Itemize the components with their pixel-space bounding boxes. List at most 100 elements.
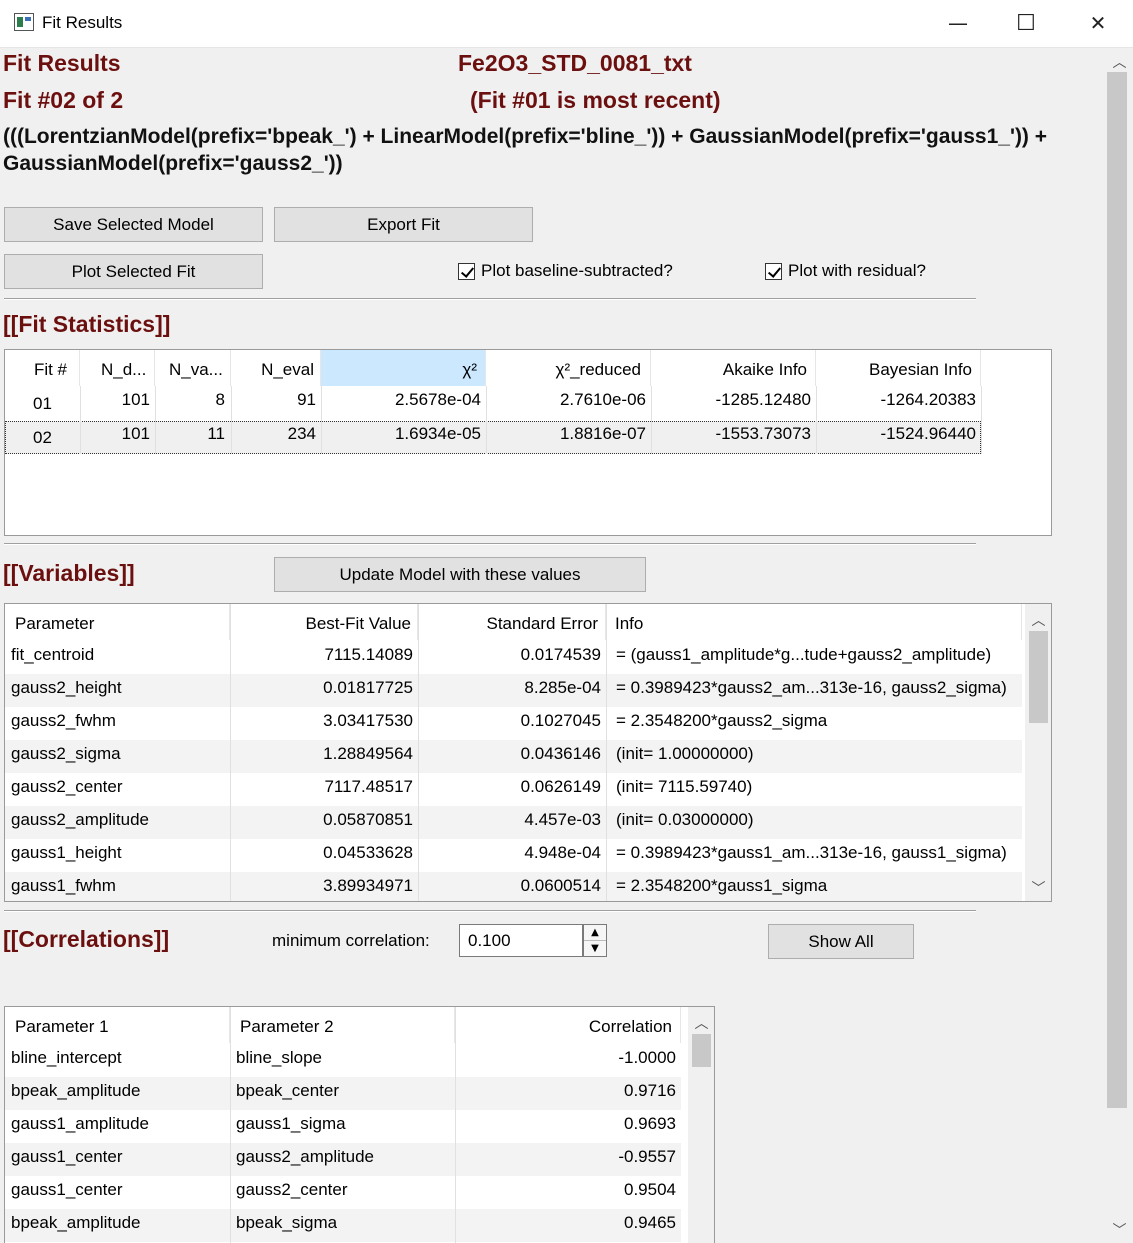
stats-cell: 101 [121, 424, 150, 443]
correlations-cell: 0.9693 [624, 1114, 676, 1133]
variables-cell: = 2.3548200*gauss2_sigma [616, 711, 828, 730]
scroll-up-icon[interactable]: ︿ [1025, 610, 1051, 630]
variables-cell: 0.05870851 [323, 810, 413, 829]
variables-scrollbar[interactable]: ︿ ﹀ [1025, 604, 1051, 901]
stats-header-aic[interactable]: Akaike Info [651, 350, 816, 386]
stats-header-ndata[interactable]: N_d... [80, 350, 155, 386]
close-button[interactable]: ✕ [1063, 0, 1133, 46]
stats-header-neval[interactable]: N_eval [231, 350, 321, 386]
variables-cell: 4.948e-04 [524, 843, 601, 862]
stats-cell: 2.7610e-06 [559, 390, 646, 409]
minimum-correlation-input[interactable] [459, 924, 583, 957]
stats-cell: 1.6934e-05 [394, 424, 481, 443]
data-filename: Fe2O3_STD_0081_txt [458, 50, 692, 76]
correlations-title: [[Correlations]] [3, 926, 170, 952]
correlations-cell: gauss1_amplitude [11, 1114, 149, 1133]
stats-cell: 1.8816e-07 [559, 424, 646, 443]
correlations-header-param1[interactable]: Parameter 1 [5, 1007, 230, 1043]
variables-cell: = 0.3989423*gauss2_am...313e-16, gauss2_… [616, 678, 1007, 697]
scroll-up-icon[interactable]: ︿ [1106, 52, 1133, 72]
variables-cell: gauss2_sigma [11, 744, 121, 763]
variables-cell: 0.0174539 [520, 645, 601, 664]
stats-cell: 2.5678e-04 [394, 390, 481, 409]
scroll-down-icon[interactable]: ﹀ [1025, 878, 1051, 898]
save-selected-model-button[interactable]: Save Selected Model [4, 207, 263, 242]
checkbox-check-icon [765, 262, 782, 280]
variables-header-parameter[interactable]: Parameter [5, 604, 230, 640]
variables-cell: = 2.3548200*gauss1_sigma [616, 876, 828, 895]
separator [4, 543, 976, 545]
close-icon: ✕ [1089, 11, 1107, 35]
correlations-table[interactable]: Parameter 1 Parameter 2 Correlation blin… [4, 1006, 715, 1243]
variables-cell: 0.0626149 [520, 777, 601, 796]
minimum-correlation-label: minimum correlation: [272, 931, 430, 950]
stats-cell: 02 [33, 428, 52, 447]
correlations-cell: 0.9465 [624, 1213, 676, 1232]
variables-cell: 4.457e-03 [524, 810, 601, 829]
fit-results-panel: Fit Results Fe2O3_STD_0081_txt Fit #02 o… [0, 48, 1106, 1243]
maximize-button[interactable]: ☐ [991, 0, 1061, 46]
correlations-cell: bpeak_sigma [236, 1213, 338, 1232]
plot-with-residual-checkbox[interactable]: Plot with residual? [765, 261, 926, 281]
scroll-up-icon[interactable]: ︿ [688, 1013, 714, 1033]
export-fit-button[interactable]: Export Fit [274, 207, 533, 242]
column-divider [606, 604, 607, 901]
plot-selected-fit-button[interactable]: Plot Selected Fit [4, 254, 263, 289]
variables-table[interactable]: Parameter Best-Fit Value Standard Error … [4, 603, 1052, 902]
correlations-scrollbar[interactable]: ︿ [688, 1007, 714, 1243]
spin-down-icon[interactable]: ▼ [584, 941, 606, 956]
correlations-header-param2[interactable]: Parameter 2 [230, 1007, 455, 1043]
variables-cell: gauss1_fwhm [11, 876, 116, 895]
correlations-cell: gauss2_center [236, 1180, 348, 1199]
checkbox-check-icon [458, 262, 475, 280]
stats-header-redchi[interactable]: χ²_reduced [486, 350, 651, 386]
app-icon [14, 13, 34, 31]
stats-cell: -1553.73073 [715, 424, 811, 443]
variables-cell: (init= 0.03000000) [616, 810, 754, 829]
correlations-cell: -0.9557 [618, 1147, 676, 1166]
stats-header-chisqr[interactable]: χ² [321, 350, 486, 386]
stats-header-fit[interactable]: Fit # [5, 350, 80, 386]
show-all-button[interactable]: Show All [768, 924, 914, 959]
minimize-button[interactable]: — [923, 0, 993, 46]
window-scrollbar-thumb[interactable] [1107, 72, 1127, 1108]
correlations-cell: bpeak_center [236, 1081, 340, 1100]
variables-cell: 3.03417530 [323, 711, 413, 730]
stats-cell: 11 [207, 424, 225, 443]
update-model-button[interactable]: Update Model with these values [274, 557, 646, 592]
variables-header-value[interactable]: Best-Fit Value [230, 604, 418, 640]
variables-header-info[interactable]: Info [606, 604, 1022, 640]
minimum-correlation-spinner[interactable]: ▲ ▼ [583, 924, 607, 957]
correlations-cell: gauss1_sigma [236, 1114, 346, 1133]
variables-cell: 3.89934971 [323, 876, 413, 895]
column-divider [230, 1007, 231, 1243]
plot-with-residual-label: Plot with residual? [788, 261, 926, 280]
variables-cell: fit_centroid [11, 645, 95, 664]
stats-cell: 234 [287, 424, 316, 443]
correlations-header-value[interactable]: Correlation [455, 1007, 681, 1043]
variables-cell: gauss2_height [11, 678, 122, 697]
stats-cell: 91 [297, 390, 316, 409]
fit-statistics-title: [[Fit Statistics]] [3, 311, 171, 337]
correlations-cell: 0.9716 [624, 1081, 676, 1100]
stats-header-bic[interactable]: Bayesian Info [816, 350, 981, 386]
spin-up-icon[interactable]: ▲ [584, 925, 606, 941]
scrollbar-thumb[interactable] [692, 1034, 711, 1067]
variables-cell: 7117.48517 [324, 777, 413, 796]
variables-cell: (init= 7115.59740) [616, 777, 753, 796]
variables-header-stderr[interactable]: Standard Error [418, 604, 606, 640]
correlations-cell: bpeak_amplitude [11, 1213, 141, 1232]
stats-header-nvarys[interactable]: N_va... [155, 350, 231, 386]
column-divider [981, 386, 982, 454]
scroll-down-icon[interactable]: ﹀ [1106, 1220, 1133, 1240]
stats-cell: -1285.12480 [715, 390, 811, 409]
variables-cell: gauss1_height [11, 843, 122, 862]
model-expression-line2: GaussianModel(prefix='gauss2_')) [3, 152, 343, 175]
scrollbar-thumb[interactable] [1029, 631, 1048, 723]
plot-baseline-subtracted-checkbox[interactable]: Plot baseline-subtracted? [458, 261, 673, 281]
variables-cell: 0.1027045 [520, 711, 601, 730]
separator [4, 298, 976, 300]
minimize-icon: — [948, 11, 968, 35]
fit-statistics-table[interactable]: Fit # N_d... N_va... N_eval χ² χ²_reduce… [4, 349, 1052, 536]
variables-cell: gauss2_center [11, 777, 123, 796]
